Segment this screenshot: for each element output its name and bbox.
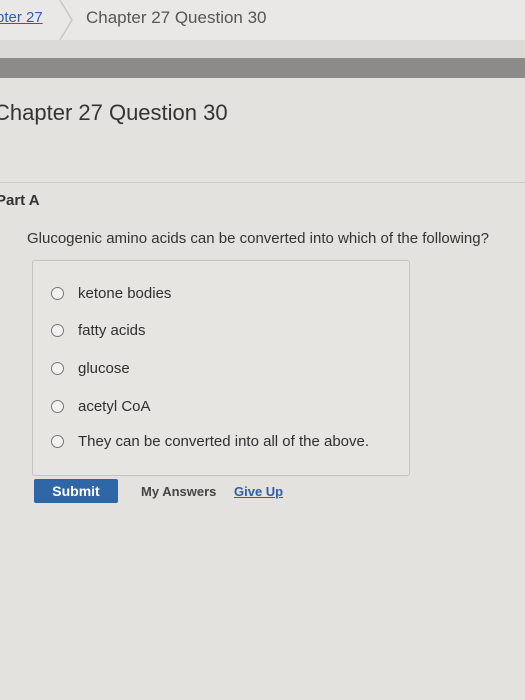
option-label: They can be converted into all of the ab… [78, 432, 370, 450]
option-glucose[interactable]: glucose [51, 356, 130, 380]
submit-button[interactable]: Submit [34, 479, 118, 503]
option-fatty-acids[interactable]: fatty acids [51, 318, 146, 342]
option-label: ketone bodies [78, 284, 172, 302]
option-acetyl-coa[interactable]: acetyl CoA [51, 394, 151, 418]
toolbar-band [0, 40, 525, 58]
option-label: acetyl CoA [78, 397, 151, 415]
option-label: glucose [78, 359, 130, 377]
part-title: Part A [0, 192, 40, 209]
radio-button[interactable] [51, 323, 64, 337]
breadcrumb-separator-icon [59, 0, 73, 40]
breadcrumb-chapter-link[interactable]: pter 27 [0, 9, 43, 26]
divider [0, 182, 525, 183]
breadcrumb-current: Chapter 27 Question 30 [86, 8, 267, 27]
question-text: Glucogenic amino acids can be converted … [27, 230, 489, 247]
radio-button[interactable] [51, 286, 64, 300]
page-title: Chapter 27 Question 30 [0, 100, 228, 125]
option-all-of-the-above[interactable]: They can be converted into all of the ab… [51, 429, 369, 453]
my-answers-link[interactable]: My Answers [141, 484, 216, 499]
answer-options: ketone bodies fatty acids glucose acetyl… [32, 260, 410, 476]
give-up-link[interactable]: Give Up [234, 484, 283, 499]
header-band [0, 58, 525, 78]
option-label: fatty acids [78, 321, 146, 339]
option-ketone-bodies[interactable]: ketone bodies [51, 281, 171, 305]
radio-button[interactable] [51, 434, 64, 448]
radio-button[interactable] [51, 399, 64, 413]
radio-button[interactable] [51, 361, 64, 375]
breadcrumb: pter 27 Chapter 27 Question 30 [0, 0, 525, 40]
